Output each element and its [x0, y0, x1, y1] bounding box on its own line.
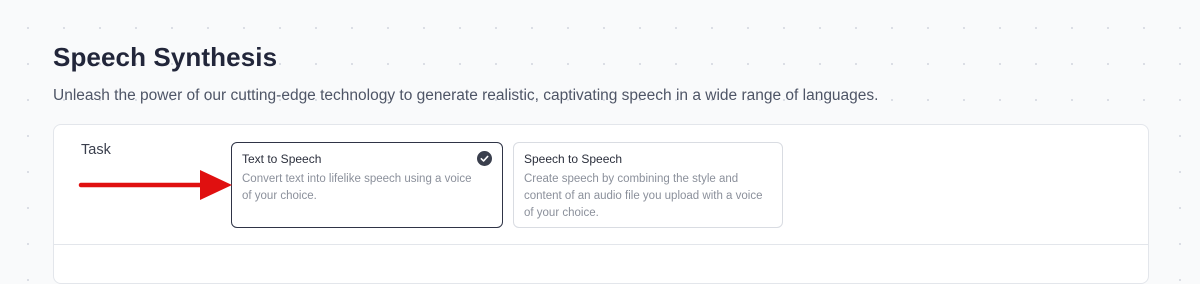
task-panel: Task Text to Speech Convert text into li…: [53, 124, 1149, 284]
check-circle-icon: [477, 151, 492, 166]
task-label: Task: [81, 142, 111, 158]
option-description: Convert text into lifelike speech using …: [242, 173, 472, 202]
page-title: Speech Synthesis: [53, 42, 278, 72]
option-title: Speech to Speech: [524, 152, 623, 166]
page-subtitle: Unleash the power of our cutting-edge te…: [53, 87, 879, 104]
arrow-right-icon: [78, 170, 232, 200]
panel-divider: [54, 244, 1148, 245]
option-description: Create speech by combining the style and…: [524, 173, 763, 219]
option-speech-to-speech[interactable]: Speech to Speech Create speech by combin…: [513, 142, 783, 228]
option-text-to-speech[interactable]: Text to Speech Convert text into lifelik…: [231, 142, 503, 228]
option-title: Text to Speech: [242, 152, 322, 166]
